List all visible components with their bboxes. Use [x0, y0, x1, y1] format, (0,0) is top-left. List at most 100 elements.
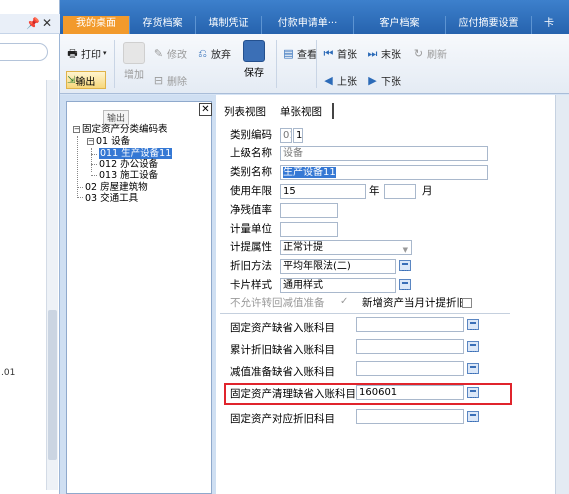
tab-customer-file[interactable]: 客户档案 — [353, 16, 445, 34]
card-style-field[interactable]: 通用样式 — [280, 278, 396, 293]
tab-inventory-file[interactable]: 存货档案 — [129, 16, 195, 34]
tree-node-root[interactable]: − 固定资产分类编码表 — [73, 124, 168, 136]
new-asset-checkbox[interactable] — [462, 298, 472, 308]
collapse-icon[interactable]: − — [87, 138, 94, 145]
tree-node-013[interactable]: 013 施工设备 — [99, 170, 158, 182]
refresh-button[interactable]: ↻ 刷新 — [412, 44, 447, 62]
tab-card[interactable]: 卡 — [531, 16, 569, 34]
depr-method-lookup-icon[interactable] — [399, 260, 411, 271]
unit-field[interactable] — [280, 222, 338, 237]
tab-bar: 我的桌面 存货档案 填制凭证 付款申请单··· 客户档案 应付摘要设置 卡 — [60, 0, 569, 34]
category-code-field[interactable]: 1 — [293, 128, 303, 143]
tree-node-01[interactable]: −01 设备 — [87, 136, 130, 148]
tab-single-view[interactable]: 单张视图 — [280, 104, 322, 119]
default-asset-account-lookup-icon[interactable] — [467, 319, 479, 330]
close-icon[interactable]: ✕ — [42, 16, 52, 30]
category-name-field[interactable]: 生产设备11 — [280, 165, 488, 180]
no-reverse-checkbox[interactable]: ✓ — [340, 296, 348, 307]
prev-icon: ◀ — [324, 73, 333, 87]
tree-close-button[interactable]: ✕ — [199, 103, 212, 116]
category-tree: 输出 ✕ − 固定资产分类编码表 −01 设备 011 生产设备11 012 办公… — [66, 101, 212, 494]
corresponding-depr-lookup-icon[interactable] — [467, 411, 479, 422]
edit-button[interactable]: ✎ 修改 — [152, 44, 187, 62]
default-impair-label: 减值准备缺省入账科目 — [230, 366, 335, 378]
delete-icon: ⊟ — [153, 73, 164, 87]
default-impair-field[interactable] — [356, 361, 464, 376]
view-tabs: 列表视图 单张视图 — [216, 101, 569, 121]
toolbar-separator — [316, 40, 317, 88]
prev-button[interactable]: ◀ 上张 — [322, 71, 357, 89]
form-scrollbar[interactable] — [555, 95, 569, 494]
default-accum-depr-lookup-icon[interactable] — [467, 341, 479, 352]
collapse-icon[interactable]: − — [73, 126, 80, 133]
tab-my-desktop[interactable]: 我的桌面 — [63, 16, 129, 34]
tree-node-label: 01 设备 — [96, 136, 131, 147]
abandon-icon: ⎌ — [198, 46, 207, 60]
pencil-icon: ✎ — [153, 46, 164, 60]
output-button[interactable]: ⇲ 输出 — [66, 71, 106, 89]
tree-node-label: 03 交通工具 — [85, 193, 139, 204]
last-icon: ⏭ — [367, 46, 378, 60]
net-residual-label: 净残值率 — [230, 204, 272, 216]
depr-attr-select[interactable]: 正常计提 ▼ — [280, 240, 412, 255]
view-button[interactable]: ▤ 查看 — [282, 44, 317, 62]
unit-label: 计量单位 — [230, 223, 272, 235]
nav-scrollbar[interactable] — [46, 80, 58, 490]
print-label: 打印 — [81, 49, 101, 61]
tab-payable-summary[interactable]: 应付摘要设置 — [445, 16, 531, 34]
add-button[interactable]: 增加 — [120, 42, 148, 81]
floppy-icon — [243, 40, 265, 62]
year-unit-label: 年 — [369, 185, 380, 197]
prev-label: 上张 — [337, 76, 357, 88]
net-residual-field[interactable] — [280, 203, 338, 218]
tree-node-label: 固定资产分类编码表 — [82, 124, 168, 135]
pin-icon[interactable]: 📌 — [26, 17, 40, 30]
depr-attr-label: 计提属性 — [230, 241, 272, 253]
tree-node-03[interactable]: 03 交通工具 — [85, 193, 138, 205]
add-icon — [123, 42, 145, 64]
printer-icon: 🖶 — [67, 46, 78, 60]
default-asset-account-field[interactable] — [356, 317, 464, 332]
next-button[interactable]: ▶ 下张 — [366, 71, 401, 89]
nav-search-input[interactable] — [0, 43, 48, 61]
no-reverse-label: 不允许转回减值准备 — [230, 297, 325, 309]
default-accum-depr-field[interactable] — [356, 339, 464, 354]
toolbar-separator — [114, 40, 115, 88]
new-asset-label: 新增资产当月计提折旧 — [362, 297, 467, 309]
category-name-label: 类别名称 — [230, 166, 272, 178]
save-button[interactable]: 保存 — [240, 40, 268, 79]
first-button[interactable]: ⏮ 首张 — [322, 44, 357, 62]
tab-fill-voucher[interactable]: 填制凭证 — [195, 16, 261, 34]
refresh-label: 刷新 — [427, 49, 447, 61]
card-style-lookup-icon[interactable] — [399, 279, 411, 290]
default-impair-lookup-icon[interactable] — [467, 363, 479, 374]
default-disposal-lookup-icon[interactable] — [467, 387, 479, 398]
tab-list-view[interactable]: 列表视图 — [224, 104, 266, 119]
delete-button[interactable]: ⊟ 删除 — [152, 71, 187, 89]
print-button[interactable]: 🖶 打印 ▾ — [66, 44, 107, 62]
tree-node-label: 02 房屋建筑物 — [85, 182, 148, 193]
default-disposal-field[interactable]: 160601 — [356, 385, 464, 400]
nav-scrollbar-thumb[interactable] — [48, 310, 57, 460]
useful-life-years-field[interactable]: 15 — [280, 184, 366, 199]
toolbar-separator — [276, 40, 277, 88]
tab-divider — [332, 103, 334, 119]
parent-name-label: 上级名称 — [230, 147, 272, 159]
tab-payment-request[interactable]: 付款申请单··· — [261, 16, 353, 34]
month-unit-label: 月 — [422, 185, 433, 197]
output-label: 输出 — [75, 76, 96, 88]
abandon-button[interactable]: ⎌ 放弃 — [196, 44, 231, 62]
delete-label: 删除 — [167, 76, 187, 88]
default-accum-depr-label: 累计折旧缺省入账科目 — [230, 344, 335, 356]
refresh-icon: ↻ — [413, 46, 424, 60]
abandon-label: 放弃 — [211, 49, 231, 61]
default-asset-account-label: 固定资产缺省入账科目 — [230, 322, 335, 334]
last-button[interactable]: ⏭ 末张 — [366, 44, 401, 62]
tree-node-label: 012 办公设备 — [99, 159, 159, 170]
chevron-down-icon: ▾ — [103, 49, 107, 57]
next-icon: ▶ — [368, 73, 377, 87]
corresponding-depr-field[interactable] — [356, 409, 464, 424]
useful-life-months-field[interactable] — [384, 184, 416, 199]
view-icon: ▤ — [283, 46, 294, 60]
depr-method-field[interactable]: 平均年限法(二) — [280, 259, 396, 274]
